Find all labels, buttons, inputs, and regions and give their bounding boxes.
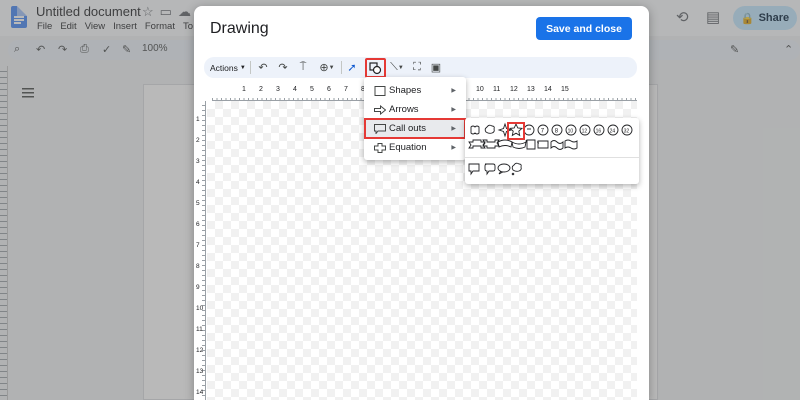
star-7-icon[interactable]: 7 xyxy=(537,124,549,136)
ruler-label: 14 xyxy=(196,389,204,396)
ruler-label: 1 xyxy=(242,86,246,93)
star-selection-highlight xyxy=(507,122,525,140)
ruler-label: 2 xyxy=(259,86,263,93)
ruler-label: 4 xyxy=(293,86,297,93)
svg-text:16: 16 xyxy=(596,129,602,135)
ruler-label: 12 xyxy=(196,347,204,354)
svg-text:10: 10 xyxy=(568,129,574,135)
drawing-dialog: Drawing Save and close Actions ▼ ↶ ↷ ⍑ ⊕ ▼… xyxy=(194,6,649,400)
redo-icon[interactable]: ↷ xyxy=(276,57,290,78)
svg-text:24: 24 xyxy=(610,129,616,135)
wavy-callout-icon[interactable] xyxy=(470,125,480,135)
ruler-label: 7 xyxy=(344,86,348,93)
star-8-icon[interactable]: 8 xyxy=(551,124,563,136)
ruler-label: 10 xyxy=(476,86,484,93)
ruler-label: 1 xyxy=(196,116,200,123)
menu-item-arrows[interactable]: Arrows ▶ xyxy=(364,100,466,119)
arrow-right-icon xyxy=(374,104,386,115)
ruler-label: 2 xyxy=(196,137,200,144)
wave-icon[interactable] xyxy=(550,140,564,150)
zoom-icon[interactable]: ⊕ ▼ xyxy=(316,57,338,78)
ruler-label: 11 xyxy=(196,326,203,333)
svg-text:12: 12 xyxy=(582,129,588,135)
star-10-icon[interactable]: 10 xyxy=(565,124,577,136)
svg-text:7: 7 xyxy=(541,129,545,135)
star-12-icon[interactable]: 12 xyxy=(579,124,591,136)
ruler-label: 9 xyxy=(196,284,200,291)
ruler-label: 3 xyxy=(196,158,200,165)
ruler-label: 13 xyxy=(196,368,204,375)
ruler-label: 11 xyxy=(493,86,501,93)
curved-ribbon-up-icon[interactable] xyxy=(497,139,513,148)
ruler-label: 6 xyxy=(196,221,200,228)
ruler-label: 5 xyxy=(310,86,314,93)
ribbon-down-icon[interactable] xyxy=(482,139,500,149)
image-icon[interactable]: ▣ xyxy=(429,57,443,78)
menu-item-equation[interactable]: Equation ▶ xyxy=(364,138,466,157)
save-and-close-button[interactable]: Save and close xyxy=(536,17,632,40)
ruler-label: 4 xyxy=(196,179,200,186)
rectangular-callout-icon[interactable] xyxy=(468,163,480,176)
vertical-scroll-icon[interactable] xyxy=(525,139,536,150)
paint-format-icon[interactable]: ⍑ xyxy=(296,57,310,78)
ruler-label: 3 xyxy=(276,86,280,93)
square-icon xyxy=(374,85,386,96)
ruler-label: 10 xyxy=(196,305,204,312)
ruler-label: 12 xyxy=(510,86,518,93)
menu-item-shapes[interactable]: Shapes ▶ xyxy=(364,81,466,100)
drawing-toolbar: Actions ▼ ↶ ↷ ⍑ ⊕ ▼ ➚ ⟍ ▼ ⛶ ▣ xyxy=(204,57,637,78)
ruler-label: 8 xyxy=(196,263,200,270)
plus-icon xyxy=(374,142,386,153)
rounded-rectangular-callout-icon[interactable] xyxy=(484,163,496,176)
ruler-label: 5 xyxy=(196,200,200,207)
ruler-label: 14 xyxy=(544,86,552,93)
line-icon[interactable]: ⟍ ▼ xyxy=(386,57,408,78)
oval-callout-icon[interactable] xyxy=(497,163,511,175)
image-select-icon[interactable]: ⛶ xyxy=(410,57,424,78)
ruler-label: 6 xyxy=(327,86,331,93)
submenu-divider xyxy=(465,157,639,158)
shape-icon xyxy=(369,61,382,74)
star-16-icon[interactable]: 16 xyxy=(593,124,605,136)
double-wave-icon[interactable] xyxy=(564,139,578,150)
svg-text:8: 8 xyxy=(555,129,559,135)
callouts-submenu: 7 8 10 12 16 24 32 xyxy=(465,118,639,184)
star-6-icon[interactable] xyxy=(523,124,535,136)
ruler-label: 15 xyxy=(561,86,569,93)
horizontal-scroll-icon[interactable] xyxy=(537,140,549,149)
ruler-label: 13 xyxy=(527,86,535,93)
callouts-highlight xyxy=(364,118,466,139)
star-32-icon[interactable]: 32 xyxy=(621,124,633,136)
actions-menu[interactable]: Actions ▼ xyxy=(210,57,246,78)
cloud-callout-2-icon[interactable] xyxy=(511,162,522,176)
select-cursor-icon[interactable]: ➚ xyxy=(345,57,359,78)
shape-button[interactable] xyxy=(365,58,386,78)
vertical-ruler: 1 2 3 4 5 6 7 8 9 10 11 12 13 14 xyxy=(194,101,206,400)
ruler-label: 7 xyxy=(196,242,200,249)
curved-ribbon-down-icon[interactable] xyxy=(511,141,527,149)
callouts-grid: 7 8 10 12 16 24 32 xyxy=(468,122,633,176)
svg-text:32: 32 xyxy=(624,129,630,135)
cloud-callout-icon[interactable] xyxy=(484,124,495,134)
dialog-title: Drawing xyxy=(210,20,269,37)
undo-icon[interactable]: ↶ xyxy=(256,57,270,78)
star-24-icon[interactable]: 24 xyxy=(607,124,619,136)
ribbon-up-icon[interactable] xyxy=(468,139,486,149)
